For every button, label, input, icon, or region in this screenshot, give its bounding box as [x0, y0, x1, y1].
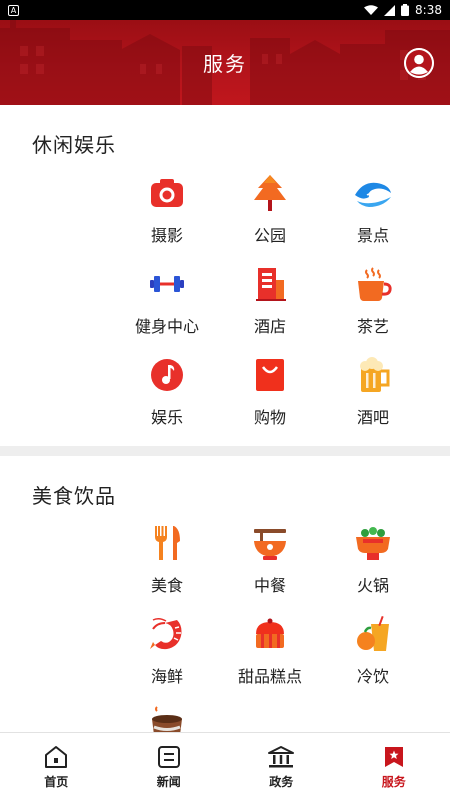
- service-item-tea[interactable]: 茶艺: [325, 264, 421, 336]
- service-item-entertainment[interactable]: 娱乐: [119, 355, 215, 427]
- service-item-seafood[interactable]: 海鲜: [119, 614, 215, 686]
- tree-icon: [254, 175, 286, 211]
- tab-label: 首页: [44, 775, 69, 789]
- home-icon: [45, 746, 68, 768]
- scenic-wave-icon: [355, 182, 391, 207]
- profile-button[interactable]: [404, 48, 434, 78]
- section-divider: [0, 446, 450, 456]
- tab-service[interactable]: 服务: [338, 733, 450, 800]
- tab-news[interactable]: 新闻: [113, 733, 226, 800]
- music-note-icon: [151, 359, 183, 391]
- section-title-food: 美食饮品: [32, 484, 116, 508]
- battery-icon: [401, 4, 410, 16]
- fork-knife-icon: [155, 526, 180, 560]
- news-icon: [157, 746, 180, 768]
- building-icon: [256, 268, 286, 301]
- service-item-label: 摄影: [150, 226, 183, 245]
- service-item-label: 冷饮: [356, 667, 389, 686]
- service-item-label: 茶艺: [356, 317, 389, 336]
- service-item-coffee[interactable]: [119, 705, 215, 732]
- app-header: 服务: [0, 20, 450, 105]
- section-title-leisure: 休闲娱乐: [32, 133, 116, 157]
- dumbbell-icon: [150, 276, 184, 292]
- service-item-label: 公园: [253, 226, 286, 245]
- tab-label: 政务: [269, 775, 294, 789]
- government-icon: [268, 746, 295, 768]
- wifi-icon: [364, 4, 379, 15]
- beer-mug-icon: [360, 357, 390, 392]
- notification-icon: A: [8, 4, 19, 16]
- service-item-label: 景点: [356, 226, 389, 245]
- service-item-label: 美食: [150, 576, 183, 595]
- signal-icon: [384, 4, 396, 16]
- service-item-bar[interactable]: 酒吧: [325, 355, 421, 427]
- service-item-label: 酒吧: [356, 408, 389, 427]
- tea-cup-icon: [358, 267, 392, 301]
- service-item-cold-drinks[interactable]: 冷饮: [325, 614, 421, 686]
- service-item-label: 中餐: [253, 576, 286, 595]
- page-title: 服务: [203, 52, 247, 76]
- service-item-hotel[interactable]: 酒店: [222, 264, 318, 336]
- service-item-label: 购物: [253, 408, 286, 427]
- status-bar: A 8:38: [0, 0, 450, 20]
- tab-label: 新闻: [156, 775, 181, 789]
- status-time: 8:38: [415, 3, 442, 17]
- juice-icon: [357, 615, 389, 651]
- shopping-bag-icon: [256, 359, 284, 391]
- services-content[interactable]: 休闲娱乐 摄影 公园 景点 健身中心 酒店 茶艺 娱乐 购物 酒吧 美食饮品 美…: [0, 105, 450, 732]
- service-item-photography[interactable]: 摄影: [119, 173, 215, 245]
- service-item-food[interactable]: 美食: [119, 523, 215, 595]
- bottom-tab-bar: 首页 新闻 政务 服务: [0, 732, 450, 800]
- tab-label: 服务: [381, 775, 406, 789]
- service-item-dessert[interactable]: 甜品糕点: [222, 614, 318, 686]
- service-item-park[interactable]: 公园: [222, 173, 318, 245]
- service-item-label: 酒店: [253, 317, 286, 336]
- camera-icon: [151, 179, 183, 207]
- service-item-label: 甜品糕点: [237, 667, 302, 686]
- tab-home[interactable]: 首页: [0, 733, 113, 800]
- service-item-chinese-food[interactable]: 中餐: [222, 523, 318, 595]
- coffee-cup-icon: [152, 706, 182, 732]
- noodle-bowl-icon: [254, 529, 286, 560]
- shrimp-icon: [150, 617, 182, 650]
- service-item-hotpot[interactable]: 火锅: [325, 523, 421, 595]
- service-item-shopping[interactable]: 购物: [222, 355, 318, 427]
- service-item-scenic-spot[interactable]: 景点: [325, 173, 421, 245]
- service-icon: [384, 747, 403, 767]
- service-item-label: 海鲜: [150, 667, 183, 686]
- tab-government[interactable]: 政务: [225, 733, 338, 800]
- service-item-label: 火锅: [356, 576, 389, 595]
- service-item-label: 娱乐: [150, 408, 183, 427]
- user-avatar-icon: [404, 48, 434, 78]
- service-item-label: 健身中心: [134, 317, 199, 336]
- hotpot-icon: [356, 527, 390, 560]
- service-item-fitness[interactable]: 健身中心: [119, 264, 215, 336]
- cake-icon: [256, 618, 284, 648]
